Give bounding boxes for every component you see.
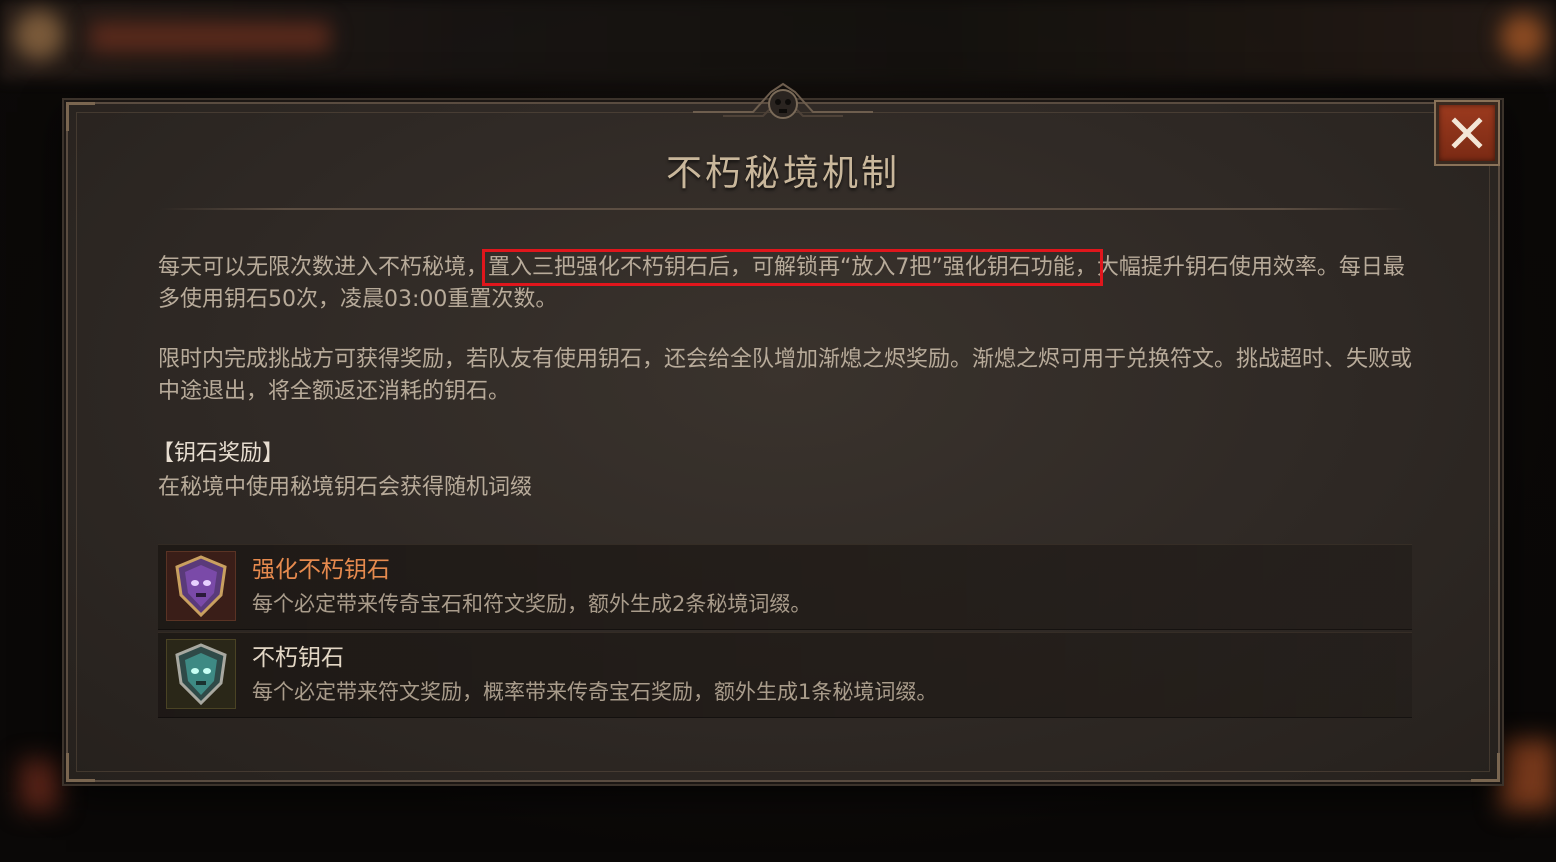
skull-crest-icon: [693, 82, 873, 119]
corner-ornament: [1471, 753, 1500, 782]
reward-description: 每个必定带来传奇宝石和符文奖励，额外生成2条秘境词缀。: [252, 592, 812, 616]
blurred-top-right-icon: [1500, 14, 1546, 60]
section-title: 【钥石奖励】: [152, 441, 285, 466]
corner-ornament: [66, 753, 95, 782]
paragraph-reward-rules: 限时内完成挑战方可获得奖励，若队友有使用钥石，还会给全队增加渐熄之烬奖励。渐熄之…: [158, 347, 1413, 404]
blurred-avatar: [14, 10, 64, 60]
close-button[interactable]: [1436, 102, 1498, 164]
blurred-top-label: [90, 22, 330, 52]
blurred-bottom-right: [1500, 740, 1556, 810]
blurred-bottom-left: [20, 760, 60, 810]
close-icon: [1451, 117, 1483, 149]
highlighted-text: 置入三把强化不朽钥石后，可解锁再“放入7把”强化钥石功能，: [482, 249, 1103, 286]
teal-keystone-icon: [166, 639, 236, 709]
reward-row: 强化不朽钥石 每个必定带来传奇宝石和符文奖励，额外生成2条秘境词缀。: [158, 544, 1412, 630]
reward-name: 强化不朽钥石: [252, 557, 390, 583]
reward-description: 每个必定带来符文奖励，概率带来传奇宝石奖励，额外生成1条秘境词缀。: [252, 680, 938, 704]
paragraph-text: 每天可以无限次数进入不朽秘境，: [158, 255, 489, 280]
reward-name: 不朽钥石: [252, 645, 344, 671]
purple-keystone-icon: [166, 551, 236, 621]
corner-ornament: [66, 102, 95, 131]
section-description: 在秘境中使用秘境钥石会获得随机词缀: [158, 475, 533, 500]
rules-dialog: 不朽秘境机制 每天可以无限次数进入不朽秘境，置入三把强化不朽钥石后，可解锁再“放…: [66, 82, 1500, 782]
paragraph-entry-rules: 每天可以无限次数进入不朽秘境，置入三把强化不朽钥石后，可解锁再“放入7把”强化钥…: [158, 249, 1414, 316]
reward-row: 不朽钥石 每个必定带来符文奖励，概率带来传奇宝石奖励，额外生成1条秘境词缀。: [158, 632, 1412, 718]
title-divider: [160, 208, 1406, 210]
dialog-title: 不朽秘境机制: [665, 153, 900, 194]
